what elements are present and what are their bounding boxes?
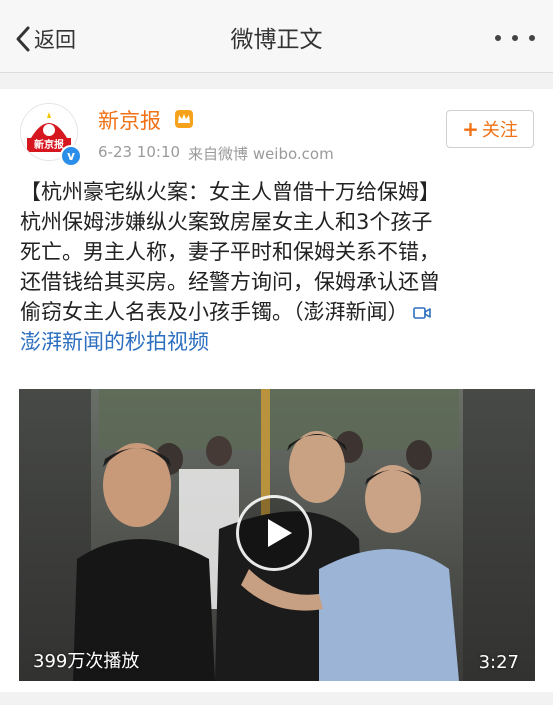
page-title: 微博正文 [230, 27, 323, 53]
video-duration: 3:27 [478, 652, 519, 673]
play-button[interactable] [236, 495, 312, 571]
plus-icon: + [462, 117, 479, 141]
play-count: 399万次播放 [33, 651, 140, 672]
more-dot-icon [495, 35, 501, 41]
more-dot-icon [512, 35, 518, 41]
weibo-post-card: 新京报 v 新京报 6-23 10:10 来自微博 weibo.com + 关注… [0, 89, 553, 692]
verified-badge-icon: v [60, 145, 82, 167]
post-text-line: 偷窃女主人名表及小孩手镯。（澎湃新闻） [20, 300, 409, 324]
post-meta: 6-23 10:10 来自微博 weibo.com [98, 143, 334, 164]
follow-button-label: 关注 [481, 120, 518, 141]
post-text-line: 杭州保姆涉嫌纵火案致房屋女主人和3个孩子 [20, 210, 433, 234]
video-player[interactable]: 399万次播放 3:27 [19, 389, 535, 681]
post-text-line: 还借钱给其买房。经警方询问，保姆承认还曾 [20, 270, 440, 294]
post-text-line-with-icon: 偷窃女主人名表及小孩手镯。（澎湃新闻） [20, 297, 535, 327]
crown-badge-icon [175, 110, 193, 128]
author-name[interactable]: 新京报 [98, 105, 161, 135]
follow-button[interactable]: + 关注 [446, 110, 534, 148]
video-camera-icon [412, 307, 431, 319]
more-dot-icon [529, 35, 535, 41]
top-nav-bar: 返回 微博正文 [0, 0, 553, 73]
post-text-line: 死亡。男主人称，妻子平时和保姆关系不错， [20, 240, 440, 264]
post-text-line: 【杭州豪宅纵火案：女主人曾借十万给保姆】 [20, 180, 440, 204]
post-text: 【杭州豪宅纵火案：女主人曾借十万给保姆】 杭州保姆涉嫌纵火案致房屋女主人和3个孩… [20, 177, 535, 357]
video-source-link[interactable]: 澎湃新闻的秒拍视频 [20, 327, 535, 357]
more-options-button[interactable] [495, 28, 535, 48]
post-time: 6-23 10:10 [98, 143, 181, 161]
post-source: 来自微博 weibo.com [188, 145, 334, 163]
